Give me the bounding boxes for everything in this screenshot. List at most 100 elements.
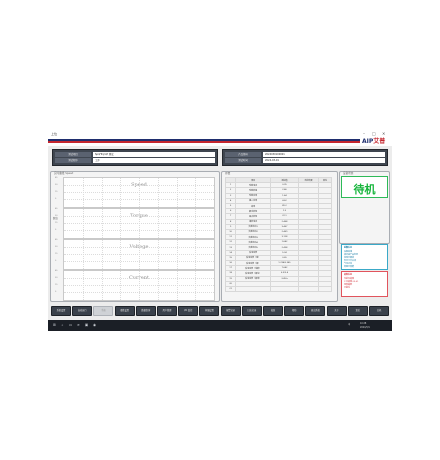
chart-gridline xyxy=(120,178,122,207)
chart-tick-label: 45 xyxy=(55,239,58,241)
browser-icon[interactable]: e xyxy=(76,323,81,328)
chart-tick-label: 30 xyxy=(55,246,58,248)
table-row: 21 xyxy=(224,285,332,293)
close-icon[interactable]: ✕ xyxy=(382,131,385,136)
function-button[interactable]: 系统设置 xyxy=(51,306,71,316)
alarm-info-title: 报警信息 xyxy=(344,247,353,249)
function-button[interactable]: 数据查询 xyxy=(135,306,156,316)
chart-gridline xyxy=(101,178,103,207)
alarm-info-box: 报警信息 设备就绪 请扫描产品条码 急停已释放 安全门已关闭 气压正常 伺服已使能 xyxy=(341,244,388,270)
info-row: 测试程序 工步 xyxy=(55,158,215,164)
table-cell xyxy=(297,285,320,293)
windows-taskbar: 中 10:28 2024/3/1 ⊞ ⌕ ▭ e ▣ ◉ xyxy=(48,320,392,331)
title-bar: 上位 – □ ✕ xyxy=(48,130,392,138)
maximize-icon[interactable]: □ xyxy=(372,131,376,136)
params-panel-title: 参数 xyxy=(225,172,231,175)
search-icon[interactable]: ⌕ xyxy=(60,323,65,328)
language-indicator[interactable]: 中 xyxy=(348,322,350,326)
chart-tick-label: 15 xyxy=(55,191,58,193)
function-button[interactable]: 参数设置 xyxy=(114,306,135,316)
chart-tick-label: 0 xyxy=(55,291,57,293)
function-button[interactable]: 伺服设置 xyxy=(199,306,220,316)
start-icon[interactable]: ⊞ xyxy=(52,323,57,328)
logo-main: AIP xyxy=(362,138,374,145)
info-value-field[interactable]: 2024-03-01 xyxy=(263,158,385,163)
media-icon[interactable]: ◉ xyxy=(92,323,97,328)
chart-gridline xyxy=(157,271,159,300)
window-title: 上位 xyxy=(51,132,58,136)
task-view-icon[interactable]: ▭ xyxy=(68,323,73,328)
info-label: 测试时间 xyxy=(225,158,261,163)
chart-gridline xyxy=(139,271,140,300)
chart-gridline xyxy=(195,240,197,269)
info-row: 测试时间 2024-03-01 xyxy=(225,158,385,164)
fault-line: 已复位 xyxy=(344,287,351,289)
function-button[interactable]: 自动运行 xyxy=(72,306,93,316)
function-button[interactable]: 校准 xyxy=(263,306,283,316)
function-button[interactable]: 报警记录 xyxy=(220,306,241,316)
chart-gridline xyxy=(176,240,178,269)
chart-speed: Speed xyxy=(63,177,215,208)
chart-tick-label: 0 xyxy=(55,260,57,262)
info-label: 产品条码 xyxy=(225,152,261,157)
function-button[interactable]: 用户管理 xyxy=(157,306,177,316)
chart-gridline xyxy=(139,209,140,238)
function-button-bar: 系统设置 自动运行 手动 参数设置 数据查询 用户管理 I/O 监控 伺服设置 报警记录 日志记录… xyxy=(48,305,392,316)
fault-info-box: 故障信息 当前无故障 上次故障 03-01 温度超限 已复位 xyxy=(341,271,388,297)
chart-gridline xyxy=(195,209,197,238)
function-button[interactable]: 帮助 xyxy=(284,306,305,316)
chart-gridline xyxy=(195,271,197,300)
chart-voltage: Voltage xyxy=(63,239,215,270)
charts-host: Speed Torque Voltage Current 45 30 15 0 45 30… xyxy=(50,171,218,301)
info-value-field[interactable]: Spd/Trq/U/I 测试 xyxy=(93,152,215,157)
machine-status-text: 待机 xyxy=(353,183,376,196)
minimize-icon[interactable]: – xyxy=(363,131,365,136)
fault-info-title: 故障信息 xyxy=(344,274,353,276)
logo-accent: 艾普 xyxy=(373,138,386,145)
chart-gridline xyxy=(101,209,103,238)
chart-gridline xyxy=(157,209,159,238)
info-panel-right: 产品条码 2024030100001 测试时间 2024-03-01 xyxy=(222,149,388,166)
info-value-field[interactable]: 2024030100001 xyxy=(263,152,385,157)
function-button[interactable]: 关机 xyxy=(369,306,389,316)
banner-stripe-red xyxy=(48,141,360,143)
chart-gridline xyxy=(120,240,122,269)
function-button[interactable]: 关于 xyxy=(326,306,347,316)
chart-gridline xyxy=(120,271,122,300)
app-icon[interactable]: ▣ xyxy=(84,323,89,328)
status-panel-title: 设备状态 xyxy=(343,172,354,175)
function-button[interactable]: 手动 xyxy=(93,306,114,316)
function-button[interactable]: 退出系统 xyxy=(305,306,326,316)
chart-tick-label: 15 xyxy=(55,284,58,286)
chart-gridline xyxy=(157,240,159,269)
table-cell xyxy=(270,285,299,293)
taskbar-clock[interactable]: 10:28 xyxy=(360,322,366,325)
chart-gridline xyxy=(101,240,103,269)
taskbar-date[interactable]: 2024/3/1 xyxy=(360,326,370,329)
params-table: 项目 测试值 判定结果 单位 1 空载电流 0.35 2 空载转速 2.46 3 空载功率 1.44 4 输… xyxy=(224,176,332,293)
machine-status-display: 待机 xyxy=(341,176,388,198)
function-button[interactable]: 复位 xyxy=(347,306,368,316)
chart-gridline xyxy=(139,178,140,207)
chart-gridline xyxy=(139,240,140,269)
chart-gridline xyxy=(195,178,197,207)
chart-gridline xyxy=(120,209,122,238)
row-index: 21 xyxy=(224,285,237,293)
function-button[interactable]: 日志记录 xyxy=(241,306,262,316)
info-label: 测试程序 xyxy=(55,158,91,163)
chart-tick-label: 45 xyxy=(55,208,58,210)
info-label: 测试项目 xyxy=(55,152,91,157)
chart-gridline xyxy=(157,178,159,207)
chart-tick-label: 30 xyxy=(55,277,58,279)
chart-tick-label: 30 xyxy=(55,215,58,217)
function-button[interactable]: I/O 监控 xyxy=(178,306,199,316)
alarm-line: 伺服已使能 xyxy=(344,266,355,268)
chart-tick-label: 0 xyxy=(55,198,57,200)
chart-torque: Torque xyxy=(63,208,215,239)
chart-tick-label: 0 xyxy=(55,229,57,231)
chart-tick-label: 45 xyxy=(55,270,58,272)
info-value-field[interactable]: 工步 xyxy=(93,158,215,163)
company-logo: AIP艾普 xyxy=(362,138,390,146)
chart-gridline xyxy=(82,271,84,300)
chart-tick-label: 15 xyxy=(55,253,58,255)
